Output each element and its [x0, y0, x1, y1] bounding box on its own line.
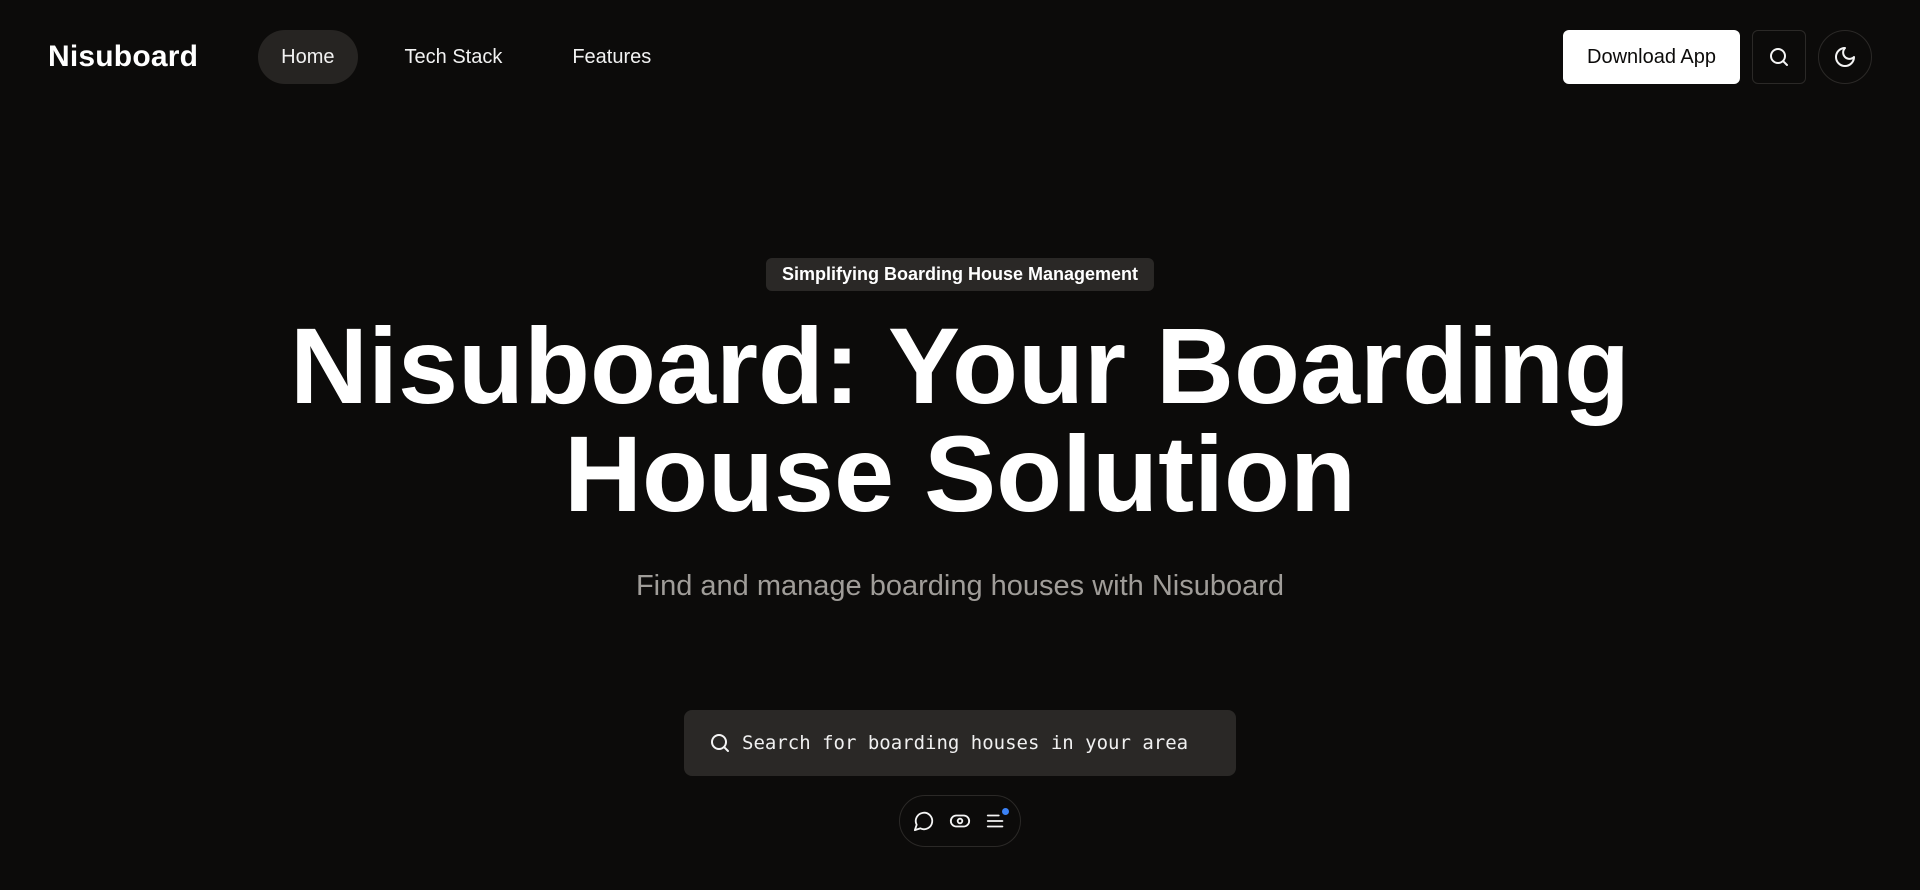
menu-button[interactable]: [985, 808, 1009, 832]
search-placeholder: Search for boarding houses in your area: [742, 732, 1189, 754]
hero-badge: Simplifying Boarding House Management: [765, 258, 1155, 291]
hero-title-line-1: Nisuboard: Your Boarding: [289, 305, 1631, 426]
nav-item-tech-stack[interactable]: Tech Stack: [382, 30, 526, 84]
hero-subtitle: Find and manage boarding houses with Nis…: [635, 570, 1285, 602]
page: Nisuboard Home Tech Stack Features Downl…: [0, 0, 1920, 890]
search-icon: [1770, 48, 1788, 66]
top-nav-bar: Nisuboard Home Tech Stack Features Downl…: [0, 0, 1920, 114]
chat-button[interactable]: [913, 810, 935, 832]
hero-title-line-2: House Solution: [564, 413, 1356, 534]
hero-title: Nisuboard: Your Boarding House Solution: [0, 312, 1920, 528]
download-app-button[interactable]: Download App: [1563, 30, 1740, 84]
moon-icon: [1835, 47, 1855, 67]
brand-logo[interactable]: Nisuboard: [48, 40, 198, 74]
eye-button[interactable]: [949, 810, 971, 832]
main-nav: Home Tech Stack Features: [258, 30, 674, 84]
eye-icon: [949, 814, 971, 828]
header-actions: Download App: [1563, 30, 1872, 84]
search-input[interactable]: Search for boarding houses in your area: [684, 710, 1236, 776]
chat-icon: [913, 811, 934, 832]
notification-dot: [1002, 808, 1009, 815]
nav-item-home[interactable]: Home: [258, 30, 358, 84]
search-button[interactable]: [1752, 30, 1806, 84]
theme-toggle-button[interactable]: [1818, 30, 1872, 84]
nav-item-features[interactable]: Features: [549, 30, 674, 84]
floating-toolbar: [899, 795, 1021, 847]
search-icon: [711, 734, 729, 752]
